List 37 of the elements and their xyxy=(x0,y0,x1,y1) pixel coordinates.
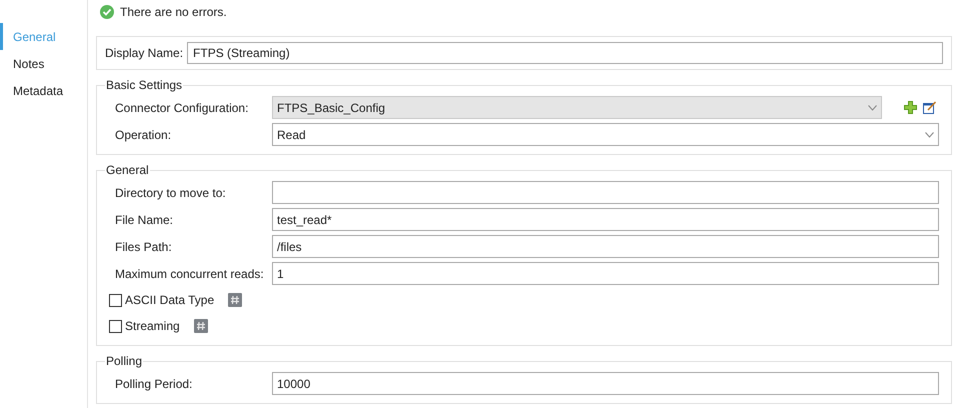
sidebar-tab[interactable]: Notes xyxy=(0,50,87,77)
status-message: There are no errors. xyxy=(120,4,227,21)
field-label: Connector Configuration: xyxy=(115,100,250,116)
field-value: /files xyxy=(277,238,302,256)
success-icon xyxy=(100,5,114,19)
checkbox[interactable] xyxy=(109,294,122,306)
field-label: Maximum concurrent reads: xyxy=(115,266,265,282)
field-label: Polling Period: xyxy=(115,376,194,392)
field-value: 10000 xyxy=(277,376,310,392)
field-label: Operation: xyxy=(115,126,172,144)
field-value: test_read* xyxy=(277,212,332,228)
field-value: FTPS (Streaming) xyxy=(193,45,290,62)
dropdown-value: FTPS_Basic_Config xyxy=(277,100,386,116)
text-field[interactable] xyxy=(272,181,939,204)
dropdown-value: Read xyxy=(277,126,306,144)
text-field[interactable]: test_read* xyxy=(272,208,939,231)
group-title: General xyxy=(105,162,150,179)
chevron-down-icon xyxy=(868,104,877,110)
expression-icon[interactable] xyxy=(194,319,208,333)
text-field[interactable]: 1 xyxy=(272,262,939,285)
sidebar-tab[interactable]: Metadata xyxy=(0,77,87,104)
expression-icon[interactable] xyxy=(228,293,242,307)
checkbox-label: Streaming xyxy=(125,318,180,335)
field-label: Directory to move to: xyxy=(115,184,227,202)
dropdown[interactable]: Read xyxy=(272,123,939,146)
field-value: 1 xyxy=(277,266,284,282)
field-label: Display Name: xyxy=(105,45,184,62)
group-title: Basic Settings xyxy=(105,77,184,94)
field-label: File Name: xyxy=(115,212,174,228)
text-field[interactable]: /files xyxy=(272,235,939,258)
text-field[interactable]: FTPS (Streaming) xyxy=(187,42,943,64)
chevron-down-icon xyxy=(925,132,934,138)
text-field[interactable]: 10000 xyxy=(272,372,939,395)
checkbox-label: ASCII Data Type xyxy=(125,292,214,309)
field-label: Files Path: xyxy=(115,238,173,256)
checkbox[interactable] xyxy=(109,320,122,332)
group-title: Polling xyxy=(105,353,144,370)
